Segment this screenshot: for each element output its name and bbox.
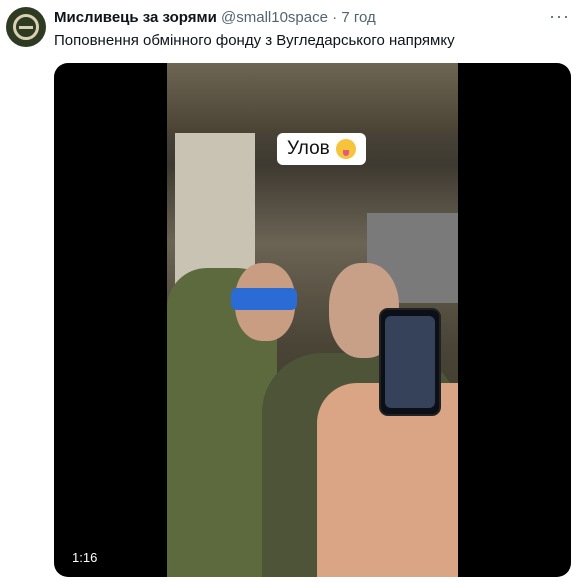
video-scene-blindfold xyxy=(231,288,297,310)
tweet-text: Поповнення обмінного фонду з Вугледарськ… xyxy=(54,32,455,49)
author-handle[interactable]: @small10space xyxy=(221,9,328,26)
video-caption: Улов xyxy=(277,133,366,165)
video-caption-text: Улов xyxy=(287,138,330,159)
avatar-logo-icon xyxy=(13,14,39,40)
video-duration: 1:16 xyxy=(72,550,98,565)
video-player[interactable]: Улов 1:16 xyxy=(54,63,571,577)
video-scene-phone-screen xyxy=(385,316,435,408)
header-separator: · xyxy=(332,9,338,26)
video-scene-phone xyxy=(379,308,441,416)
tweet-card: Мисливець за зорями @small10space · 7 го… xyxy=(0,0,584,582)
avatar[interactable] xyxy=(6,7,46,47)
author-name[interactable]: Мисливець за зорями xyxy=(54,9,217,26)
video-frame[interactable]: Улов xyxy=(167,63,458,577)
tweet-header: Мисливець за зорями @small10space · 7 го… xyxy=(54,9,376,26)
zany-face-emoji-icon xyxy=(335,139,356,159)
more-horizontal-icon[interactable]: ··· xyxy=(549,6,570,27)
video-scene-ceiling xyxy=(167,63,458,133)
tweet-timestamp[interactable]: 7 год xyxy=(341,9,375,26)
